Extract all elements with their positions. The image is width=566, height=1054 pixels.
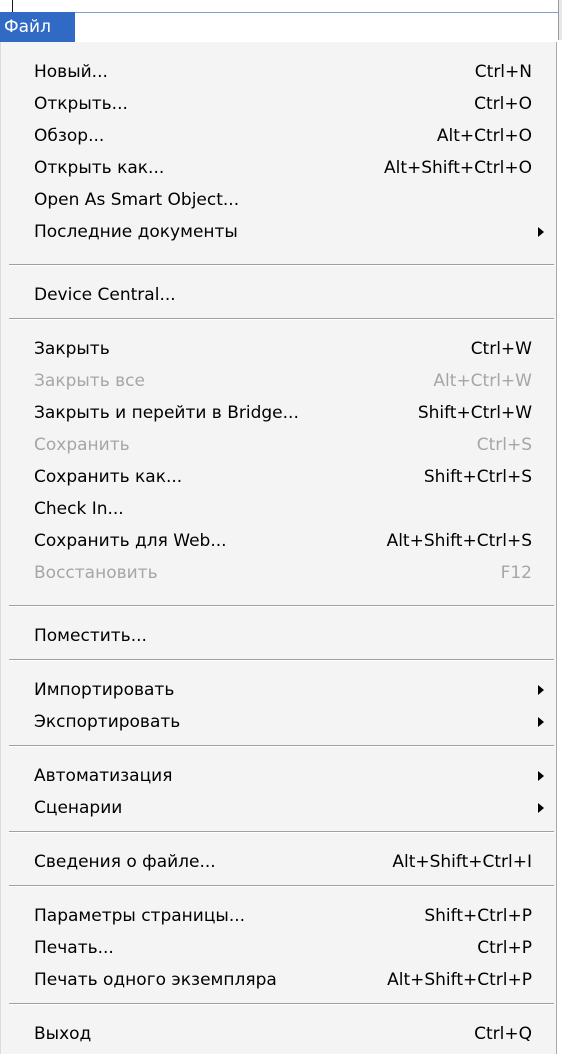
menu-item-scripts[interactable]: Сценарии (1, 792, 556, 824)
menu-item-new[interactable]: Новый... Ctrl+N (1, 56, 556, 88)
menu-item-label: Автоматизация (34, 766, 173, 786)
menu-item-browse[interactable]: Обзор... Alt+Ctrl+O (1, 120, 556, 152)
menu-item-automate[interactable]: Автоматизация (1, 760, 556, 792)
menu-item-label: Обзор... (34, 126, 105, 146)
menu-item-save-for-web[interactable]: Сохранить для Web... Alt+Shift+Ctrl+S (1, 525, 556, 557)
submenu-arrow-icon (538, 717, 544, 727)
menu-item-check-in[interactable]: Check In... (1, 493, 556, 525)
menu-item-import[interactable]: Импортировать (1, 674, 556, 706)
menu-item-label: Закрыть (34, 339, 110, 359)
menu-item-shortcut: Alt+Shift+Ctrl+I (392, 852, 532, 872)
menu-item-label: Импортировать (34, 680, 175, 700)
menu-item-close-all: Закрыть все Alt+Ctrl+W (1, 365, 556, 397)
menu-item-label: Восстановить (34, 563, 158, 583)
menu-item-save: Сохранить Ctrl+S (1, 429, 556, 461)
submenu-arrow-icon (538, 803, 544, 813)
menu-bar-strip (0, 12, 558, 43)
menu-item-label: Открыть... (34, 94, 128, 114)
menu-item-shortcut: Ctrl+P (477, 938, 532, 958)
menu-item-label: Сохранить как... (34, 467, 183, 487)
menu-item-label: Check In... (34, 499, 124, 519)
submenu-arrow-icon (538, 227, 544, 237)
menu-item-shortcut: Ctrl+S (476, 435, 532, 455)
menu-item-print-one-copy[interactable]: Печать одного экземпляра Alt+Shift+Ctrl+… (1, 964, 556, 996)
menu-separator (9, 318, 554, 320)
menu-item-exit[interactable]: Выход Ctrl+Q (1, 1018, 556, 1050)
menu-item-page-setup[interactable]: Параметры страницы... Shift+Ctrl+P (1, 900, 556, 932)
menu-item-label: Open As Smart Object... (34, 190, 240, 210)
menu-item-label: Поместить... (34, 626, 147, 646)
menu-item-export[interactable]: Экспортировать (1, 706, 556, 738)
menu-item-recent-documents[interactable]: Последние документы (1, 216, 556, 248)
menu-item-open[interactable]: Открыть... Ctrl+O (1, 88, 556, 120)
menu-item-label: Печать одного экземпляра (34, 970, 277, 990)
menu-item-device-central[interactable]: Device Central... (1, 279, 556, 311)
menu-file[interactable]: Файл (0, 12, 75, 42)
menu-item-label: Закрыть все (34, 371, 145, 391)
menu-item-shortcut: Alt+Shift+Ctrl+P (387, 970, 532, 990)
menu-separator (9, 885, 554, 887)
menu-item-close-and-go-to-bridge[interactable]: Закрыть и перейти в Bridge... Shift+Ctrl… (1, 397, 556, 429)
window-edge-tick (12, 0, 13, 12)
menu-item-shortcut: Alt+Shift+Ctrl+S (386, 531, 532, 551)
menu-item-label: Экспортировать (34, 712, 181, 732)
menu-item-revert: Восстановить F12 (1, 557, 556, 589)
menu-item-place[interactable]: Поместить... (1, 620, 556, 652)
menu-item-label: Новый... (34, 62, 108, 82)
menu-item-shortcut: Ctrl+N (474, 62, 532, 82)
menu-item-shortcut: F12 (500, 563, 532, 583)
submenu-arrow-icon (538, 771, 544, 781)
menu-item-file-info[interactable]: Сведения о файле... Alt+Shift+Ctrl+I (1, 846, 556, 878)
menu-item-close[interactable]: Закрыть Ctrl+W (1, 333, 556, 365)
menu-item-open-as-smart-object[interactable]: Open As Smart Object... (1, 184, 556, 216)
menu-item-shortcut: Ctrl+O (474, 94, 532, 114)
submenu-arrow-icon (538, 685, 544, 695)
menu-separator (9, 659, 554, 661)
file-menu-dropdown: Новый... Ctrl+N Открыть... Ctrl+O Обзор.… (0, 42, 557, 1054)
menu-bar: Файл (0, 0, 566, 43)
menu-separator (9, 605, 554, 607)
menu-item-save-as[interactable]: Сохранить как... Shift+Ctrl+S (1, 461, 556, 493)
menu-item-label: Параметры страницы... (34, 906, 246, 926)
menu-item-label: Сведения о файле... (34, 852, 216, 872)
menu-item-label: Открыть как... (34, 158, 165, 178)
menu-item-label: Выход (34, 1024, 92, 1044)
menu-item-label: Сценарии (34, 798, 123, 818)
menu-item-open-as[interactable]: Открыть как... Alt+Shift+Ctrl+O (1, 152, 556, 184)
menu-item-print[interactable]: Печать... Ctrl+P (1, 932, 556, 964)
menu-item-shortcut: Ctrl+Q (474, 1024, 532, 1044)
menu-item-shortcut: Alt+Ctrl+O (436, 126, 532, 146)
window-right-edge (558, 0, 562, 40)
menu-item-label: Последние документы (34, 222, 238, 242)
menu-item-shortcut: Shift+Ctrl+S (423, 467, 532, 487)
menu-separator (9, 1003, 554, 1005)
menu-item-shortcut: Alt+Ctrl+W (433, 371, 532, 391)
menu-item-shortcut: Shift+Ctrl+P (424, 906, 532, 926)
menu-item-shortcut: Shift+Ctrl+W (417, 403, 532, 423)
menu-item-label: Device Central... (34, 285, 176, 305)
menu-bar-top (0, 0, 562, 7)
menu-separator (9, 831, 554, 833)
menu-item-shortcut: Ctrl+W (470, 339, 532, 359)
menu-item-label: Сохранить (34, 435, 130, 455)
menu-separator (9, 745, 554, 747)
menu-item-shortcut: Alt+Shift+Ctrl+O (383, 158, 532, 178)
menu-item-label: Печать... (34, 938, 114, 958)
menu-item-label: Сохранить для Web... (34, 531, 227, 551)
menu-item-label: Закрыть и перейти в Bridge... (34, 403, 299, 423)
menu-separator (9, 264, 554, 266)
